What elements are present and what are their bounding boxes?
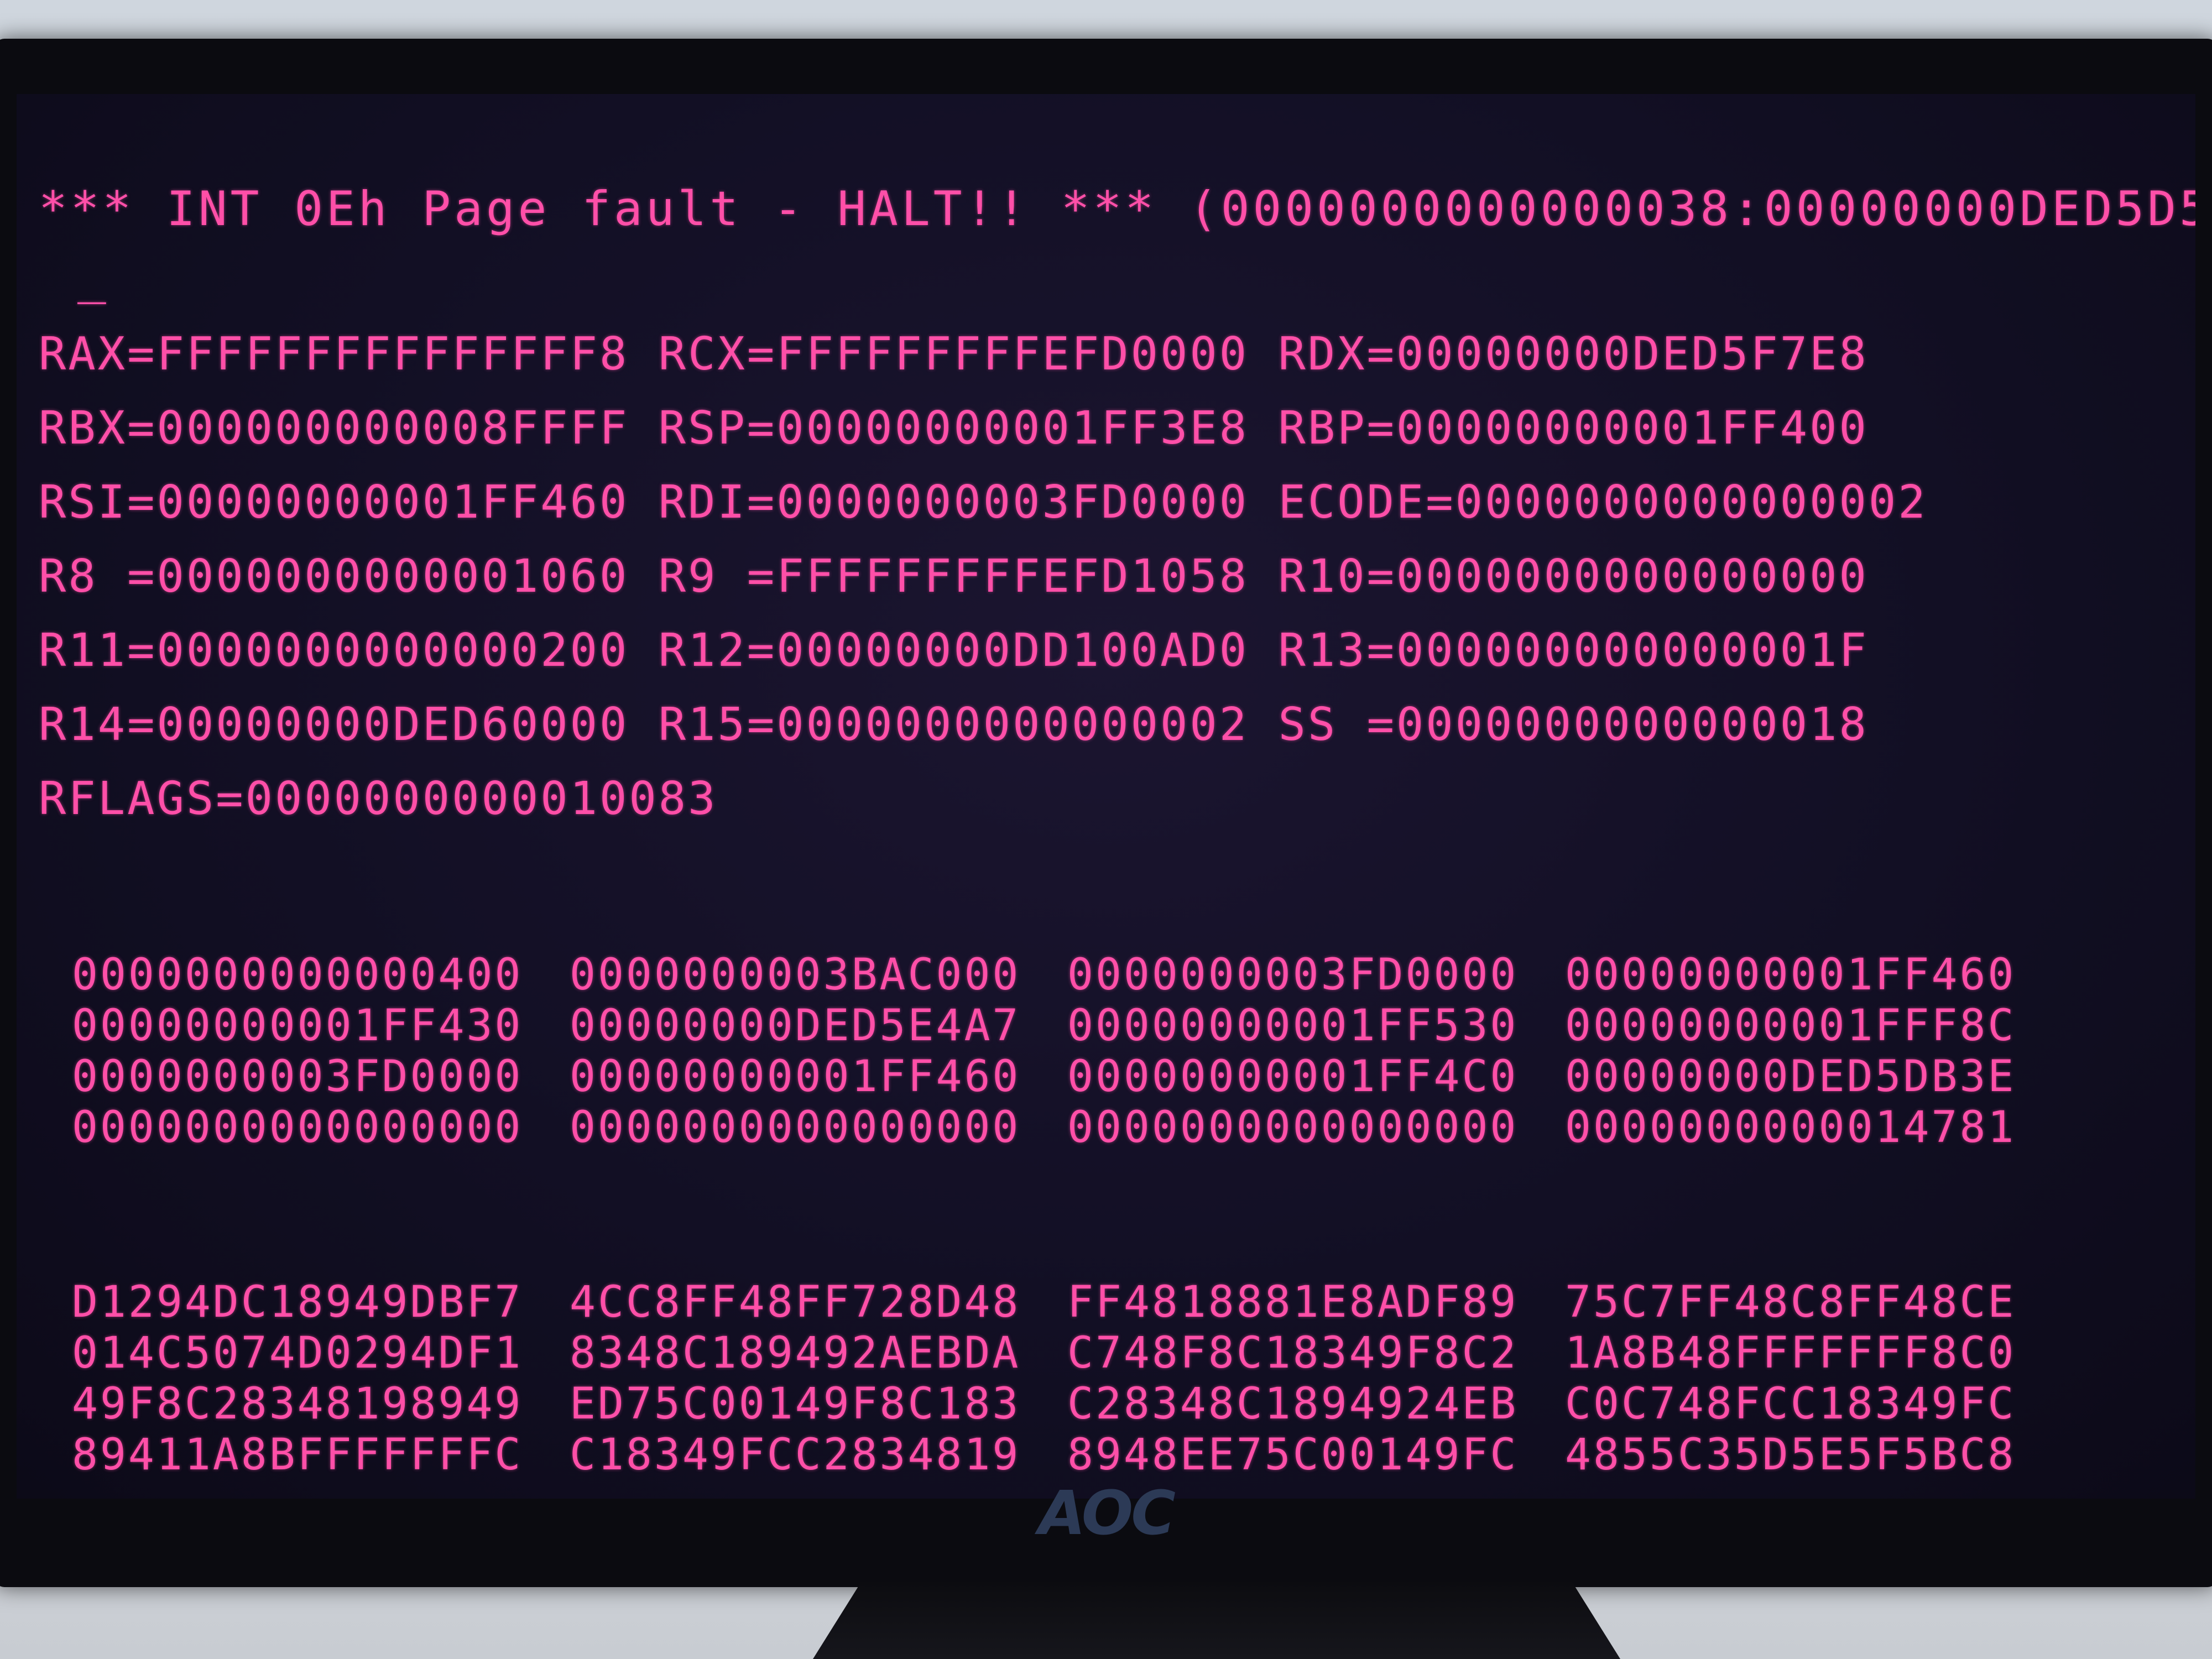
stack-value: 00000000001FF460	[1565, 950, 2016, 1000]
page-fault-message: *** INT 0Eh Page fault - HALT!! *** (000…	[39, 181, 2195, 237]
rflags-line: RFLAGS=0000000000010083	[39, 773, 718, 825]
code-bytes: 014C5074D0294DF1	[72, 1328, 523, 1378]
code-bytes: 4855C35D5E5F5BC8	[1565, 1430, 2016, 1480]
stack-value: 0000000003BAC000	[570, 950, 1021, 1000]
stack-value: 00000000001FF430	[72, 1001, 523, 1051]
code-bytes: C748F8C18349F8C2	[1067, 1328, 1519, 1378]
monitor-screen: *** INT 0Eh Page fault - HALT!! *** (000…	[17, 94, 2195, 1499]
register-line: RBX=000000000008FFFF RSP=00000000001FF3E…	[39, 402, 1869, 455]
code-bytes: 8948EE75C00149FC	[1067, 1430, 1519, 1480]
register-line: RSI=00000000001FF460 RDI=0000000003FD000…	[39, 476, 1928, 529]
register-line: R11=0000000000000200 R12=00000000DD100AD…	[39, 624, 1869, 677]
register-line: R8 =0000000000001060 R9 =FFFFFFFFFEFD105…	[39, 550, 1869, 603]
stack-value: 00000000001FF4C0	[1067, 1052, 1519, 1102]
crash-dump-terminal: *** INT 0Eh Page fault - HALT!! *** (000…	[39, 160, 2195, 1499]
text-cursor: _	[77, 249, 106, 305]
code-bytes: 49F8C28348198949	[72, 1379, 523, 1429]
aoc-brand-logo: AOC	[1039, 1478, 1176, 1548]
stack-value: 00000000DED5E4A7	[570, 1001, 1021, 1051]
stack-value: 0000000000000000	[72, 1103, 523, 1152]
stack-value: 0000000000014781	[1565, 1103, 2016, 1152]
code-bytes: C18349FCC2834819	[570, 1430, 1021, 1480]
code-bytes: FF4818881E8ADF89	[1067, 1277, 1519, 1327]
code-bytes: 1A8B48FFFFFFF8C0	[1565, 1328, 2016, 1378]
stack-value: 0000000000000000	[570, 1103, 1021, 1152]
stack-value: 0000000003FD0000	[72, 1052, 523, 1102]
stack-value: 0000000003FD0000	[1067, 950, 1519, 1000]
stack-value: 0000000000000400	[72, 950, 523, 1000]
monitor: *** INT 0Eh Page fault - HALT!! *** (000…	[0, 39, 2212, 1587]
register-line: R14=00000000DED60000 R15=000000000000000…	[39, 698, 1869, 751]
stack-value: 00000000001FFF8C	[1565, 1001, 2016, 1051]
stack-value: 0000000000000000	[1067, 1103, 1519, 1152]
code-bytes: 4CC8FF48FF728D48	[570, 1277, 1021, 1327]
code-bytes: 75C7FF48C8FF48CE	[1565, 1277, 2016, 1327]
stack-value: 00000000DED5DB3E	[1565, 1052, 2016, 1102]
code-bytes: ED75C00149F8C183	[570, 1379, 1021, 1429]
stack-value: 00000000001FF530	[1067, 1001, 1519, 1051]
stack-dump: 0000000000000400 0000000003BAC000 000000…	[72, 950, 2195, 1153]
code-bytes: C0C748FCC18349FC	[1565, 1379, 2016, 1429]
code-bytes: C28348C1894924EB	[1067, 1379, 1519, 1429]
monitor-stand	[813, 1582, 1620, 1659]
stack-value: 00000000001FF460	[570, 1052, 1021, 1102]
code-bytes: 8348C189492AEBDA	[570, 1328, 1021, 1378]
code-dump: D1294DC18949DBF7 4CC8FF48FF728D48 FF4818…	[72, 1277, 2195, 1480]
code-bytes: 89411A8BFFFFFFFC	[72, 1430, 523, 1480]
code-bytes: D1294DC18949DBF7	[72, 1277, 523, 1327]
register-line: RAX=FFFFFFFFFFFFFFF8 RCX=FFFFFFFFFEFD000…	[39, 328, 1869, 380]
